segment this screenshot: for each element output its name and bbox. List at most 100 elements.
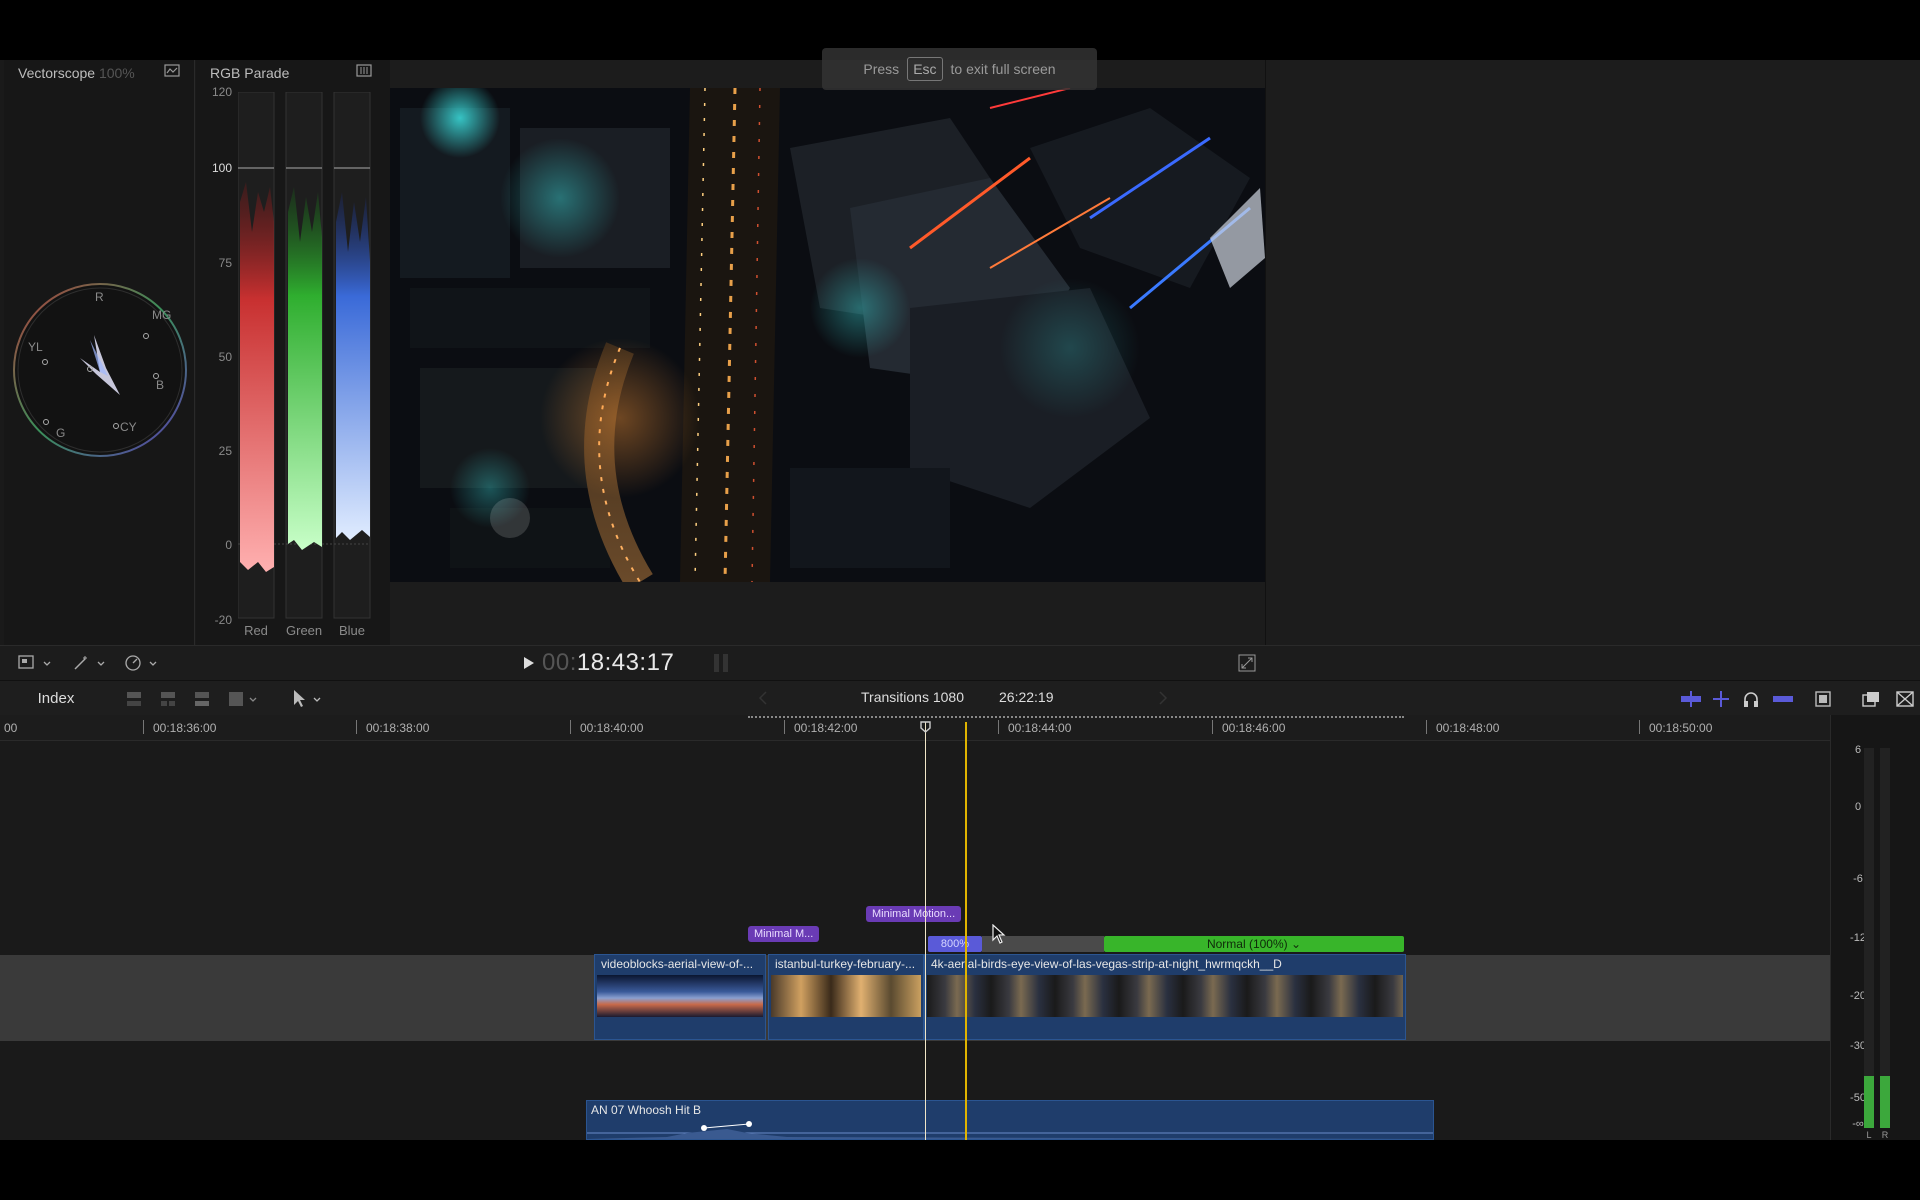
ruler-tick — [998, 720, 999, 734]
timeline-toolbar: Index Transitions 1080 26:22:19 — [0, 680, 1920, 716]
scopes-panel: Vectorscope 100% R MG YL B G CY RGB Para… — [0, 60, 390, 645]
clip-appearance-icon[interactable] — [1814, 690, 1832, 708]
rgb-parade-panel: RGB Parade 120 100 75 50 25 0 -20 Red Gr… — [196, 60, 390, 645]
audio-waveform — [587, 1121, 1433, 1139]
aerial-city-night-image — [390, 88, 1265, 582]
vectorscope-title: Vectorscope 100% — [18, 65, 135, 81]
close-icon[interactable] — [1896, 690, 1914, 708]
ruler-label: 00:18:46:00 — [1222, 721, 1286, 735]
vectorscope-target-r: R — [95, 290, 104, 304]
chevron-down-icon: ⌄ — [1290, 937, 1302, 951]
project-duration: 26:22:19 — [999, 689, 1054, 705]
audio-clip[interactable]: AN 07 Whoosh Hit B — [586, 1100, 1434, 1140]
meter-channel-right — [1880, 748, 1890, 1128]
skimmer-line — [925, 722, 926, 1140]
esc-hint: Press Esc to exit full screen — [822, 48, 1097, 90]
timeline-area[interactable] — [0, 715, 1830, 1140]
video-clip[interactable]: istanbul-turkey-february-... — [768, 954, 924, 1040]
playhead-marker-icon[interactable] — [920, 720, 931, 733]
window-icon[interactable] — [1862, 690, 1880, 708]
connect-clip-icon[interactable] — [124, 689, 146, 709]
parade-scale-0: 0 — [225, 538, 232, 552]
vectorscope-graticule — [13, 283, 187, 457]
bottom-bar — [0, 1140, 1920, 1200]
ruler-label: 00:18:42:00 — [794, 721, 858, 735]
parade-scale-neg20: -20 — [214, 613, 232, 627]
clip-thumbnail — [771, 975, 921, 1017]
ruler-label: 00:18:40:00 — [580, 721, 644, 735]
video-clip[interactable]: 4k-aerial-birds-eye-view-of-las-vegas-st… — [924, 954, 1406, 1040]
meter-label-r: R — [1881, 1130, 1889, 1140]
timecode-value: 18:43:17 — [576, 649, 675, 676]
snapping-icon[interactable] — [1772, 690, 1794, 708]
scope-settings-icon[interactable] — [164, 64, 180, 78]
transition-minimal-m-1[interactable]: Minimal M... — [748, 926, 820, 942]
ruler-label: 00:18:48:00 — [1436, 721, 1500, 735]
meter-level-left — [1864, 1076, 1874, 1128]
viewer-toolbar: 00:18:43:17 — [0, 645, 1920, 680]
meter-level-right — [1880, 1076, 1890, 1128]
rgb-parade-title: RGB Parade — [210, 65, 290, 81]
ruler-tick — [143, 720, 144, 734]
ruler-label: 00:18:50:00 — [1649, 721, 1713, 735]
ruler-tick — [1212, 720, 1213, 734]
playhead-line[interactable] — [965, 722, 967, 1140]
pause-marker-icon — [712, 652, 732, 674]
parade-scale-75: 75 — [218, 256, 232, 270]
audio-meter-panel — [1830, 715, 1920, 1140]
overwrite-clip-icon[interactable] — [226, 689, 260, 709]
retime-normal-label: Normal (100%) — [1206, 937, 1288, 951]
vectorscope-target-cy: CY — [120, 420, 137, 434]
vectorscope-target-mg: MG — [152, 308, 172, 322]
enhance-icon[interactable] — [72, 654, 106, 672]
project-name: Transitions 1080 — [861, 689, 964, 705]
parade-scale-100: 100 — [211, 161, 232, 175]
clip-title: videoblocks-aerial-view-of-... — [601, 957, 754, 971]
zoom-out-icon[interactable] — [1680, 690, 1702, 708]
mouse-pointer-icon — [992, 923, 1006, 944]
ruler-label: 00:18:38:00 — [366, 721, 430, 735]
scope-layout-icon[interactable] — [18, 654, 52, 672]
index-button[interactable]: Index — [20, 689, 92, 709]
headphones-icon[interactable] — [1742, 690, 1760, 708]
render-range-indicator — [748, 716, 1404, 721]
audio-clip-title: AN 07 Whoosh Hit B — [591, 1103, 702, 1117]
esc-hint-text: to exit full screen — [950, 61, 1056, 77]
fullscreen-icon[interactable] — [1238, 654, 1256, 672]
append-clip-icon[interactable] — [192, 689, 214, 709]
ruler-tick — [1639, 720, 1640, 734]
parade-label-red: Red — [244, 623, 268, 638]
clip-title: istanbul-turkey-february-... — [775, 957, 916, 971]
skimming-icon[interactable] — [1712, 690, 1730, 708]
retime-normal-segment[interactable]: Normal (100%) ⌄ — [1104, 936, 1404, 952]
vectorscope-target-yl: YL — [28, 340, 43, 354]
clip-title: 4k-aerial-birds-eye-view-of-las-vegas-st… — [931, 957, 1282, 971]
meter-label-l: L — [1866, 1130, 1872, 1140]
vectorscope-target-g: G — [56, 426, 66, 440]
rgb-parade-graph — [238, 92, 371, 619]
parade-settings-icon[interactable] — [356, 64, 372, 78]
ruler-tick — [356, 720, 357, 734]
ruler-label: 00:18:36:00 — [153, 721, 217, 735]
insert-clip-icon[interactable] — [158, 689, 180, 709]
esc-key-badge: Esc — [907, 57, 943, 81]
previous-arrow-icon[interactable] — [758, 691, 768, 705]
vectorscope-panel: Vectorscope 100% R MG YL B G CY — [4, 60, 195, 645]
ruler-tick — [784, 720, 785, 734]
parade-label-blue: Blue — [338, 623, 366, 638]
parade-scale-25: 25 — [218, 444, 232, 458]
speed-icon[interactable] — [124, 654, 158, 672]
next-arrow-icon[interactable] — [1158, 691, 1168, 705]
clip-thumbnail — [597, 975, 763, 1017]
play-icon[interactable] — [522, 655, 536, 671]
transition-minimal-motion[interactable]: Minimal Motion... — [866, 906, 962, 922]
clip-thumbnail — [927, 975, 1403, 1017]
timecode-prefix: 00: — [542, 649, 577, 676]
esc-hint-press: Press — [863, 61, 900, 77]
video-clip[interactable]: videoblocks-aerial-view-of-... — [594, 954, 766, 1040]
retime-fast-segment[interactable]: 800% — [928, 936, 982, 952]
arrow-tool-icon[interactable] — [290, 688, 324, 710]
vectorscope-target-b: B — [156, 378, 165, 392]
ruler-label-partial: 00 — [4, 721, 18, 735]
parade-scale-50: 50 — [218, 350, 232, 364]
